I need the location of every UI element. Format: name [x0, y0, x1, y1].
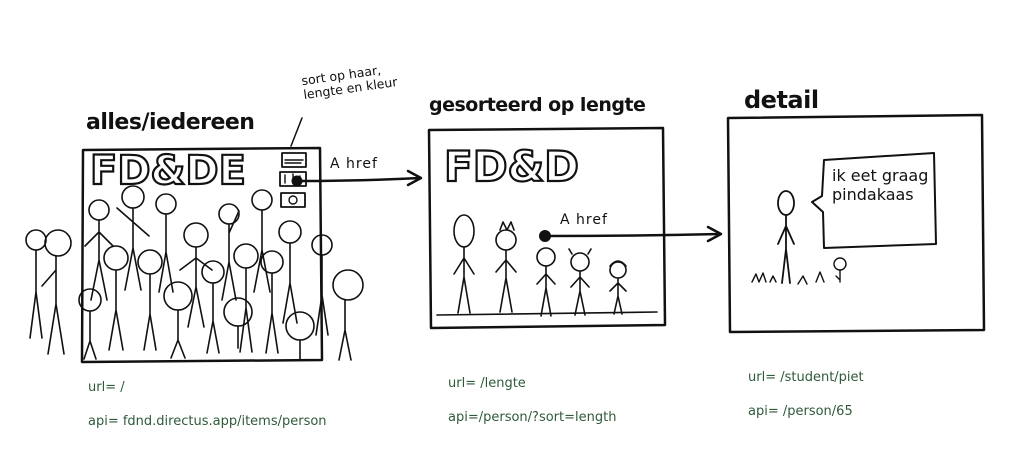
screen-title-detail: detail [744, 86, 819, 114]
link-label-2[interactable]: A href [560, 212, 608, 228]
api-overview: api= fdnd.directus.app/items/person [88, 414, 327, 429]
sorted-figures [453, 214, 627, 317]
url-overview: url= / [88, 380, 125, 395]
crowd-illustration [25, 185, 364, 361]
sort-color-button[interactable] [280, 192, 306, 208]
logo-sorted: FD&D [443, 141, 580, 192]
wireflow-sketch [25, 113, 986, 364]
logo-overview: FD&DE [89, 147, 247, 195]
link-arrow-1 [295, 176, 422, 183]
note-pointer [290, 117, 303, 147]
screen-title-overview: alles/iedereen [86, 110, 255, 135]
screen-title-sorted: gesorteerd op lengte [429, 94, 646, 116]
speech-text: ik eet graag pindakaas [832, 166, 929, 204]
url-detail: url= /student/piet [748, 370, 864, 385]
grass-flowers [751, 257, 847, 285]
detail-figure [777, 190, 795, 284]
api-sorted: api=/person/?sort=length [448, 410, 617, 425]
link-label-1[interactable]: A href [330, 156, 378, 172]
link-arrow-2 [543, 232, 722, 238]
api-detail: api= /person/65 [748, 404, 853, 419]
screen-frame-detail [726, 113, 986, 334]
url-sorted: url= /lengte [448, 376, 526, 391]
